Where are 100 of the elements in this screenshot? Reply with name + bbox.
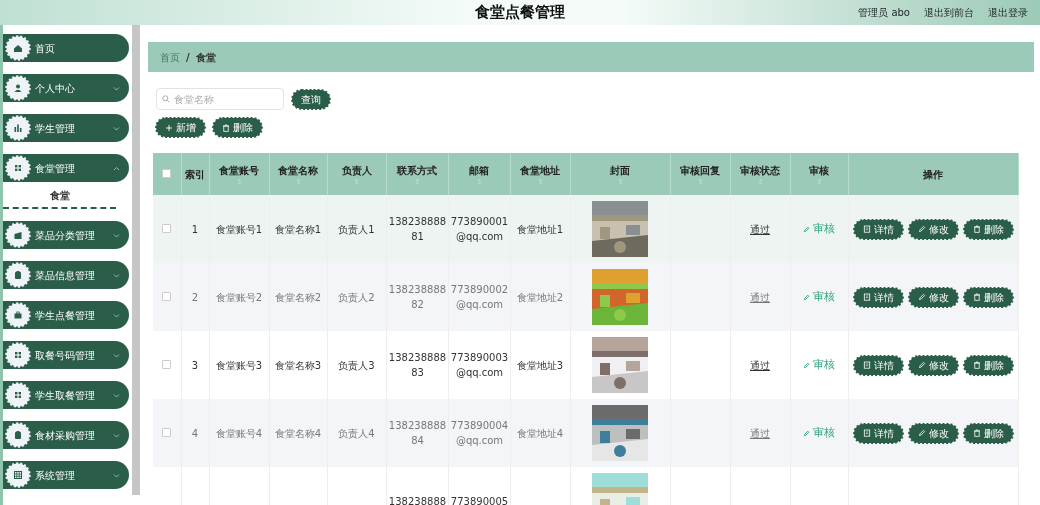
- user-icon: [5, 75, 31, 101]
- pencil-icon: [917, 429, 926, 437]
- pencil-icon: [917, 225, 926, 233]
- select-all-checkbox[interactable]: [162, 168, 172, 178]
- table-cell: 食堂账号4: [215, 427, 263, 439]
- row-index: 1: [191, 223, 199, 235]
- trash-icon: [972, 225, 981, 233]
- grid-icon: [5, 382, 31, 408]
- search-icon: [162, 95, 170, 103]
- delete-button[interactable]: 删除: [213, 118, 262, 137]
- chevron-down-icon: [113, 392, 120, 398]
- row-checkbox[interactable]: [162, 291, 172, 301]
- edit-button[interactable]: 修改: [908, 355, 958, 375]
- row-index: 2: [191, 291, 199, 303]
- chevron-down-icon: [113, 85, 120, 91]
- header-link[interactable]: 退出到前台: [924, 5, 974, 20]
- grid-icon: [5, 155, 31, 181]
- add-button[interactable]: 新增: [156, 118, 205, 137]
- sidebar-item[interactable]: 系统管理: [3, 461, 129, 489]
- search-field[interactable]: 食堂名称: [156, 88, 284, 110]
- chevron-down-icon: [113, 125, 120, 131]
- status-text: 通过: [750, 359, 770, 371]
- sidebar-item[interactable]: 食堂管理: [3, 154, 129, 182]
- breadcrumb-current: 食堂: [195, 50, 216, 65]
- table-cell-text: 773890004@qq.com: [450, 419, 509, 448]
- table-cell: 食堂名称4: [274, 427, 322, 439]
- sort-icon[interactable]: [617, 178, 623, 185]
- row-index: 3: [191, 359, 199, 371]
- submenu-item[interactable]: 食堂: [3, 188, 116, 209]
- column-header: 操作: [923, 167, 943, 182]
- trash-icon: [972, 361, 981, 369]
- sort-icon[interactable]: [757, 178, 763, 185]
- column-header[interactable]: 邮箱: [469, 163, 489, 178]
- delete-button[interactable]: 删除: [963, 287, 1013, 307]
- chevron-down-icon: [113, 432, 120, 438]
- sidebar-item[interactable]: 学生管理: [3, 114, 129, 142]
- chevron-down-icon: [113, 472, 120, 478]
- column-header: 索引: [185, 167, 205, 182]
- clipboard-icon: [5, 422, 31, 448]
- edit-button[interactable]: 修改: [908, 423, 958, 443]
- table-cell-text: 138238888: [388, 494, 447, 505]
- detail-button[interactable]: 详情: [853, 287, 903, 307]
- pencil-icon: [802, 429, 810, 437]
- sidebar-item[interactable]: 食材采购管理: [3, 421, 129, 449]
- app-title: 食堂点餐管理: [475, 2, 565, 24]
- table-cell: 食堂地址4: [516, 427, 564, 439]
- sidebar-item[interactable]: 个人中心: [3, 74, 129, 102]
- sort-icon[interactable]: [476, 178, 482, 185]
- delete-button[interactable]: 删除: [963, 219, 1013, 239]
- sort-icon[interactable]: [697, 178, 703, 185]
- delete-button[interactable]: 删除: [963, 355, 1013, 375]
- status-text: 通过: [750, 291, 770, 303]
- sidebar-item[interactable]: 菜品分类管理: [3, 221, 129, 249]
- chevron-down-icon: [113, 312, 120, 318]
- column-header[interactable]: 封面: [610, 163, 630, 178]
- detail-button[interactable]: 详情: [853, 355, 903, 375]
- table-cell-text: 13823888884: [388, 419, 447, 448]
- user-menu[interactable]: 管理员 abo: [858, 5, 910, 20]
- sort-icon[interactable]: [354, 178, 359, 185]
- clipboard-icon: [5, 262, 31, 288]
- plus-icon: [165, 123, 173, 132]
- column-header[interactable]: 负责人: [341, 163, 372, 178]
- sort-icon[interactable]: [414, 178, 420, 185]
- chevron-down-icon: [113, 352, 120, 358]
- table-icon: [5, 462, 31, 488]
- table-cell: 负责人2: [338, 291, 375, 303]
- table-cell-text: 773890005: [450, 494, 509, 505]
- sort-icon[interactable]: [295, 178, 301, 185]
- row-checkbox[interactable]: [162, 427, 172, 437]
- trash-icon: [222, 123, 230, 132]
- sidebar-item[interactable]: 首页: [3, 34, 129, 62]
- detail-button[interactable]: 详情: [853, 423, 903, 443]
- detail-button[interactable]: 详情: [853, 219, 903, 239]
- table-cell: 食堂地址3: [516, 359, 564, 371]
- scrollbar[interactable]: [132, 25, 140, 495]
- table-cell-text: 773890002@qq.com: [450, 283, 509, 312]
- document-icon: [862, 429, 871, 437]
- table-cell: 食堂地址1: [516, 223, 564, 235]
- table-cell: 食堂账号1: [215, 223, 263, 235]
- chevron-down-icon: [113, 232, 120, 238]
- sidebar-item[interactable]: 学生取餐管理: [3, 381, 129, 409]
- edit-button[interactable]: 修改: [908, 287, 958, 307]
- table-cell: 食堂名称2: [274, 291, 322, 303]
- sidebar-item[interactable]: 学生点餐管理: [3, 301, 129, 329]
- search-button[interactable]: 查询: [292, 89, 330, 109]
- sort-icon[interactable]: [236, 178, 242, 185]
- row-checkbox[interactable]: [162, 359, 172, 369]
- chevron-up-icon: [113, 165, 120, 171]
- row-checkbox[interactable]: [162, 223, 172, 233]
- header-link[interactable]: 退出登录: [988, 5, 1028, 20]
- sort-icon[interactable]: [816, 178, 822, 185]
- edit-button[interactable]: 修改: [908, 219, 958, 239]
- delete-button[interactable]: 删除: [963, 423, 1013, 443]
- sort-icon[interactable]: [537, 178, 543, 185]
- column-header[interactable]: 审核: [809, 163, 829, 178]
- document-icon: [862, 293, 871, 301]
- breadcrumb-separator: /: [186, 50, 190, 65]
- sidebar-item[interactable]: 菜品信息管理: [3, 261, 129, 289]
- sidebar-item[interactable]: 取餐号码管理: [3, 341, 129, 369]
- briefcase-icon: [5, 302, 31, 328]
